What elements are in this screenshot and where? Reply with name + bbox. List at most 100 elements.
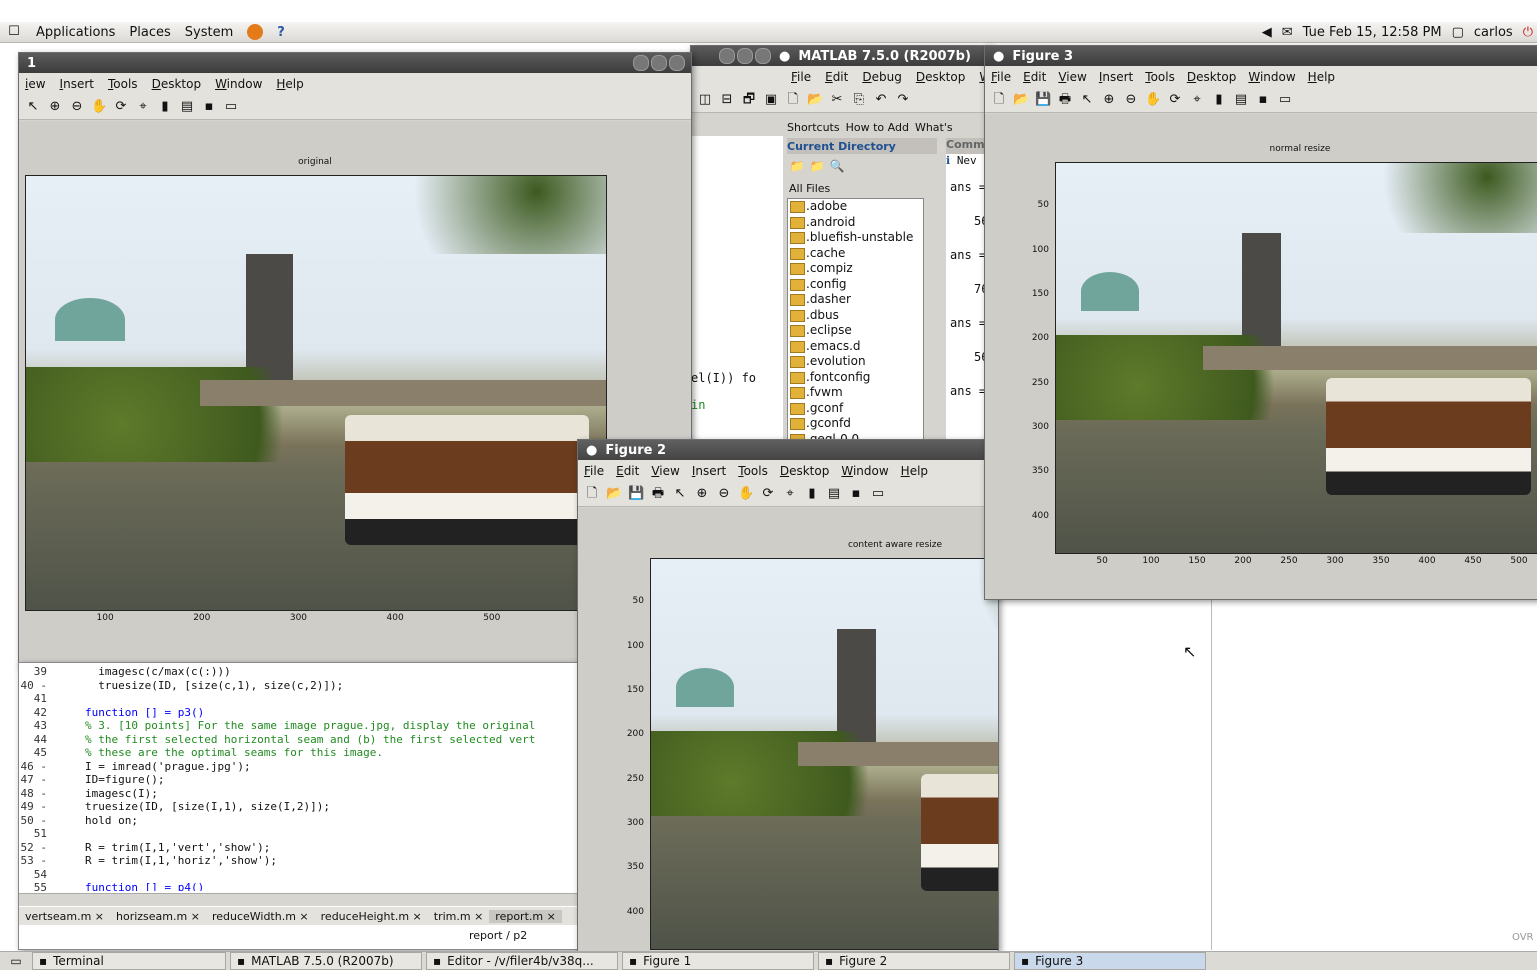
code-line[interactable]: I = imread('prague.jpg'); (85, 760, 251, 774)
menu-desktop[interactable]: Desktop (916, 70, 966, 84)
menu-desktop[interactable]: Desktop (780, 464, 830, 478)
file-list-item[interactable]: .dbus (788, 308, 923, 324)
menu-tools[interactable]: Tools (108, 77, 138, 91)
editor-tab[interactable]: vertseam.m × (19, 910, 110, 923)
data-cursor-icon[interactable]: ⌖ (782, 486, 798, 502)
menu-desktop[interactable]: Desktop (152, 77, 202, 91)
open-icon[interactable]: 📂 (1013, 92, 1029, 108)
colorbar-icon[interactable]: ▮ (804, 486, 820, 502)
user-name[interactable]: carlos (1474, 25, 1513, 40)
applications-menu[interactable]: Applications (36, 25, 115, 40)
file-list-item[interactable]: .fvwm (788, 385, 923, 401)
matlab-title-bar[interactable]: ● MATLAB 7.5.0 (R2007b) (691, 46, 991, 66)
legend-icon[interactable]: ▤ (179, 99, 195, 115)
menu-edit[interactable]: Edit (825, 70, 848, 84)
file-list-item[interactable]: .fontconfig (788, 370, 923, 386)
close-icon[interactable] (719, 48, 735, 64)
taskbar-item[interactable]: ▪ Editor - /v/filer4b/v38q... (426, 952, 618, 970)
code-line[interactable]: % 3. [10 points] For the same image prag… (85, 719, 535, 733)
file-list-item[interactable]: .android (788, 215, 923, 231)
menu-file[interactable]: File (584, 464, 604, 478)
code-line[interactable]: function [] = p3() (85, 706, 204, 720)
menu-desktop[interactable]: Desktop (1187, 70, 1237, 84)
system-menu[interactable]: System (185, 25, 233, 40)
new-figure-icon[interactable]: 🗋 (991, 92, 1007, 108)
new-folder-icon[interactable]: 📁 (809, 158, 825, 174)
open-icon[interactable]: 📂 (606, 486, 622, 502)
show-plot-tools-icon[interactable]: ▭ (223, 99, 239, 115)
pan-icon[interactable]: ✋ (738, 486, 754, 502)
colorbar-icon[interactable]: ▮ (1211, 92, 1227, 108)
print-icon[interactable]: 🖶 (650, 486, 666, 502)
maximize-icon[interactable] (755, 48, 771, 64)
menu-window[interactable]: Window (1248, 70, 1295, 84)
code-line[interactable]: truesize(ID, [size(I,1), size(I,2)]); (85, 800, 330, 814)
legend-icon[interactable]: ▤ (826, 486, 842, 502)
code-line[interactable]: truesize(ID, [size(c,1), size(c,2)]); (85, 679, 343, 693)
zoom-in-icon[interactable]: ⊕ (1101, 92, 1117, 108)
split-icon[interactable]: ⊟ (719, 92, 735, 108)
code-line[interactable]: % the first selected horizontal seam and… (85, 733, 535, 747)
menu-edit[interactable]: Edit (1023, 70, 1046, 84)
figure1-axes[interactable] (25, 175, 607, 611)
all-files-header[interactable]: All Files (789, 182, 830, 195)
menu-file[interactable]: File (791, 70, 811, 84)
hide-plot-tools-icon[interactable]: ▪ (848, 486, 864, 502)
menu-debug[interactable]: Debug (862, 70, 901, 84)
places-menu[interactable]: Places (129, 25, 170, 40)
menu-help[interactable]: Help (901, 464, 928, 478)
file-list-item[interactable]: .dasher (788, 292, 923, 308)
pan-icon[interactable]: ✋ (91, 99, 107, 115)
menu-insert[interactable]: Insert (1099, 70, 1133, 84)
close-icon[interactable] (669, 55, 685, 71)
rotate-icon[interactable]: ⟳ (113, 99, 129, 115)
minimize-icon[interactable] (633, 55, 649, 71)
menu-help[interactable]: Help (276, 77, 303, 91)
code-line[interactable]: imagesc(c/max(c(:))) (85, 665, 230, 679)
tile-icon[interactable]: ◫ (697, 92, 713, 108)
code-line[interactable]: R = trim(I,1,'vert','show'); (85, 841, 270, 855)
folder-up-icon[interactable]: 📁 (789, 158, 805, 174)
save-icon[interactable]: 💾 (628, 486, 644, 502)
code-line[interactable]: % these are the optimal seams for this i… (85, 746, 383, 760)
zoom-out-icon[interactable]: ⊖ (69, 99, 85, 115)
copy-icon[interactable]: ⎘ (851, 92, 867, 108)
cut-icon[interactable]: ✂ (829, 92, 845, 108)
how-to-add-link[interactable]: How to Add (846, 121, 909, 134)
file-list-item[interactable]: .compiz (788, 261, 923, 277)
new-file-icon[interactable]: 🗋 (785, 92, 801, 108)
rotate-icon[interactable]: ⟳ (1167, 92, 1183, 108)
firefox-icon[interactable] (247, 24, 264, 40)
colorbar-icon[interactable]: ▮ (157, 99, 173, 115)
new-figure-icon[interactable]: 🗋 (584, 486, 600, 502)
show-desktop-icon[interactable]: ▭ (8, 953, 24, 969)
figure3-axes[interactable] (1055, 162, 1537, 554)
mail-icon[interactable]: ✉ (1282, 25, 1293, 40)
menu-insert[interactable]: Insert (60, 77, 94, 91)
hide-plot-tools-icon[interactable]: ▪ (1255, 92, 1271, 108)
clock[interactable]: Tue Feb 15, 12:58 PM (1303, 25, 1442, 40)
gnome-foot-icon[interactable]: ☐ (6, 24, 22, 40)
data-cursor-icon[interactable]: ⌖ (1189, 92, 1205, 108)
save-icon[interactable]: 💾 (1035, 92, 1051, 108)
figure2-axes[interactable] (650, 558, 998, 950)
code-line[interactable]: R = trim(I,1,'horiz','show'); (85, 854, 277, 868)
zoom-in-icon[interactable]: ⊕ (47, 99, 63, 115)
file-list-item[interactable]: .cache (788, 246, 923, 262)
maximize-icon[interactable] (651, 55, 667, 71)
open-folder-icon[interactable]: 📂 (807, 92, 823, 108)
editor-tab[interactable]: report.m × (489, 909, 562, 923)
editor-tab[interactable]: reduceHeight.m × (315, 910, 428, 923)
menu-view[interactable]: iew (25, 77, 46, 91)
editor-tab[interactable]: trim.m × (428, 910, 490, 923)
menu-view[interactable]: View (651, 464, 679, 478)
menu-window[interactable]: Window (215, 77, 262, 91)
menu-tools[interactable]: Tools (1145, 70, 1175, 84)
file-list-item[interactable]: .emacs.d (788, 339, 923, 355)
print-icon[interactable]: 🖶 (1057, 92, 1073, 108)
zoom-in-icon[interactable]: ⊕ (694, 486, 710, 502)
legend-icon[interactable]: ▤ (1233, 92, 1249, 108)
arrow-icon[interactable]: ↖ (25, 99, 41, 115)
square-icon[interactable]: ▣ (763, 92, 779, 108)
code-view[interactable]: 39 imagesc(c/max(c(:))) 40 - truesize(ID,… (19, 663, 579, 891)
